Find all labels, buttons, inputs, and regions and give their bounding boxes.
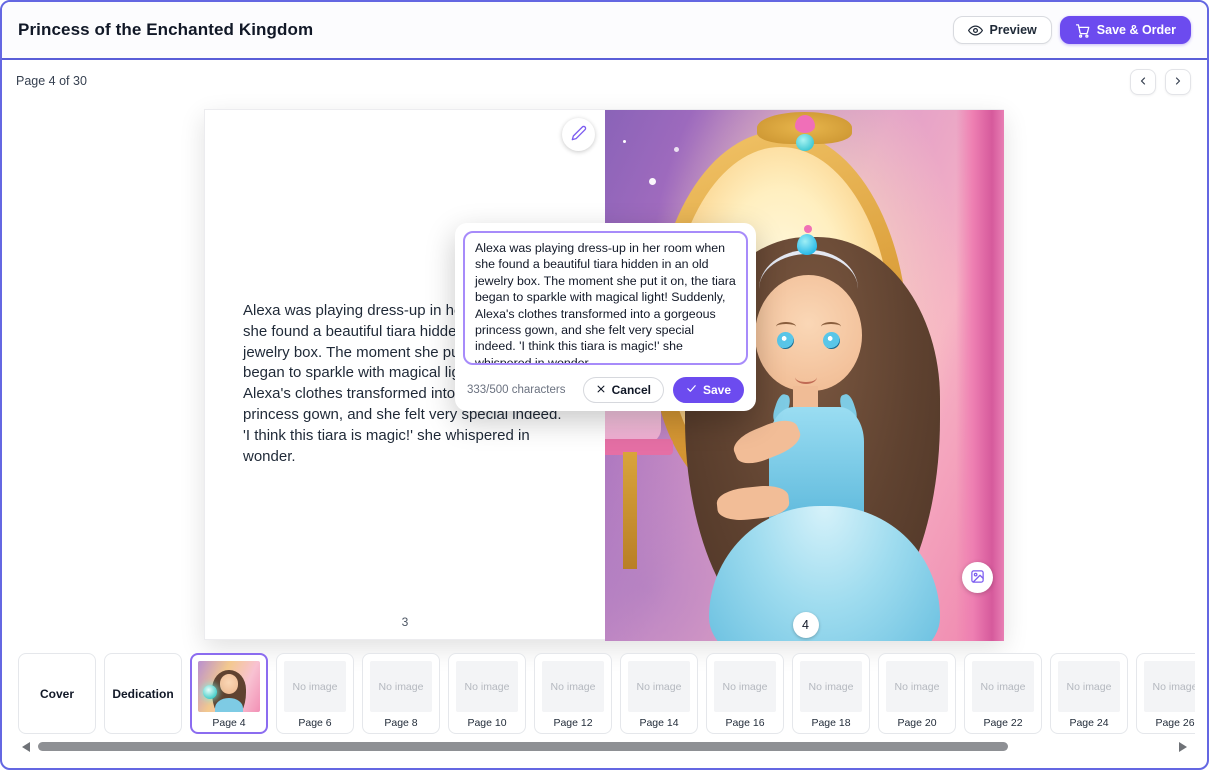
- book-spread: Alexa was playing dress-up in her room w…: [204, 109, 1004, 640]
- edit-text-button[interactable]: [562, 118, 595, 151]
- thumbnail-page-8[interactable]: No image Page 8: [362, 653, 440, 734]
- save-button[interactable]: Save: [673, 377, 744, 403]
- save-label: Save: [703, 383, 731, 397]
- chevron-left-icon: [1137, 75, 1149, 90]
- no-image-placeholder: No image: [886, 661, 948, 712]
- thumbnail-strip: CoverDedicationPage 4No imagePage 6No im…: [18, 653, 1195, 735]
- thumbnail-label: Page 18: [811, 717, 850, 729]
- left-page-number: 3: [205, 615, 605, 629]
- thumbnail-label: Page 12: [553, 717, 592, 729]
- right-page-number-badge: 4: [793, 612, 819, 638]
- preview-button[interactable]: Preview: [953, 16, 1052, 44]
- no-image-placeholder: No image: [714, 661, 776, 712]
- popover-footer: 333/500 characters Cancel Save: [463, 377, 748, 403]
- no-image-placeholder: No image: [1144, 661, 1195, 712]
- scrollbar-thumb[interactable]: [38, 742, 1008, 751]
- thumbnail-label: Page 26: [1155, 717, 1194, 729]
- thumbnail-scrollbar: [16, 740, 1193, 754]
- text-editor-popover: Alexa was playing dress-up in her room w…: [455, 223, 756, 411]
- cancel-label: Cancel: [612, 383, 651, 397]
- page-indicator: Page 4 of 30: [16, 74, 87, 88]
- story-textarea[interactable]: Alexa was playing dress-up in her room w…: [463, 231, 748, 365]
- app-window: Princess of the Enchanted Kingdom Previe…: [0, 0, 1209, 770]
- thumbnail-page-6[interactable]: No image Page 6: [276, 653, 354, 734]
- no-image-placeholder: No image: [542, 661, 604, 712]
- next-page-button[interactable]: [1165, 69, 1191, 95]
- thumbnail-cover[interactable]: Cover: [18, 653, 96, 734]
- no-image-placeholder: No image: [800, 661, 862, 712]
- thumbnail-page-12[interactable]: No image Page 12: [534, 653, 612, 734]
- thumbnail-label: Cover: [40, 687, 74, 701]
- thumbnail-page-14[interactable]: No image Page 14: [620, 653, 698, 734]
- thumbnail-label: Page 4: [212, 717, 245, 729]
- no-image-placeholder: No image: [456, 661, 518, 712]
- no-image-placeholder: No image: [972, 661, 1034, 712]
- no-image-placeholder: No image: [284, 661, 346, 712]
- edit-image-button[interactable]: [962, 562, 993, 593]
- thumbnail-page-16[interactable]: No image Page 16: [706, 653, 784, 734]
- character-counter: 333/500 characters: [467, 384, 583, 396]
- pencil-icon: [571, 125, 587, 144]
- save-order-button[interactable]: Save & Order: [1060, 16, 1191, 44]
- book-title: Princess of the Enchanted Kingdom: [18, 20, 313, 40]
- no-image-placeholder: No image: [1058, 661, 1120, 712]
- thumbnail-page-4[interactable]: Page 4: [190, 653, 268, 734]
- thumbnail-label: Page 6: [298, 717, 331, 729]
- chevron-right-icon: [1172, 75, 1184, 90]
- no-image-placeholder: No image: [628, 661, 690, 712]
- no-image-placeholder: No image: [370, 661, 432, 712]
- thumbnail-label: Page 14: [639, 717, 678, 729]
- preview-label: Preview: [990, 23, 1037, 37]
- thumbnail-label: Dedication: [112, 687, 173, 701]
- thumbnail-page-20[interactable]: No image Page 20: [878, 653, 956, 734]
- thumbnail-label: Page 22: [983, 717, 1022, 729]
- save-order-label: Save & Order: [1097, 23, 1176, 37]
- image-icon: [970, 569, 985, 587]
- thumbnail-label: Page 16: [725, 717, 764, 729]
- thumbnail-image: [198, 661, 260, 712]
- eye-icon: [968, 23, 983, 38]
- page-nav: [1130, 69, 1191, 95]
- cancel-button[interactable]: Cancel: [583, 377, 664, 403]
- scroll-right-arrow[interactable]: [1179, 742, 1187, 752]
- thumbnail-dedication[interactable]: Dedication: [104, 653, 182, 734]
- thumbnail-label: Page 20: [897, 717, 936, 729]
- thumbnail-label: Page 24: [1069, 717, 1108, 729]
- header-actions: Preview Save & Order: [953, 16, 1191, 44]
- prev-page-button[interactable]: [1130, 69, 1156, 95]
- cart-icon: [1075, 23, 1090, 38]
- thumbnail-page-24[interactable]: No image Page 24: [1050, 653, 1128, 734]
- check-icon: [686, 383, 697, 397]
- scroll-left-arrow[interactable]: [22, 742, 30, 752]
- header: Princess of the Enchanted Kingdom Previe…: [2, 2, 1207, 60]
- thumbnail-page-22[interactable]: No image Page 22: [964, 653, 1042, 734]
- thumbnail-page-18[interactable]: No image Page 18: [792, 653, 870, 734]
- thumbnail-label: Page 10: [467, 717, 506, 729]
- pagination-row: Page 4 of 30: [2, 62, 1207, 106]
- thumbnail-page-26[interactable]: No image Page 26: [1136, 653, 1195, 734]
- close-icon: [596, 383, 606, 397]
- thumbnail-label: Page 8: [384, 717, 417, 729]
- thumbnail-page-10[interactable]: No image Page 10: [448, 653, 526, 734]
